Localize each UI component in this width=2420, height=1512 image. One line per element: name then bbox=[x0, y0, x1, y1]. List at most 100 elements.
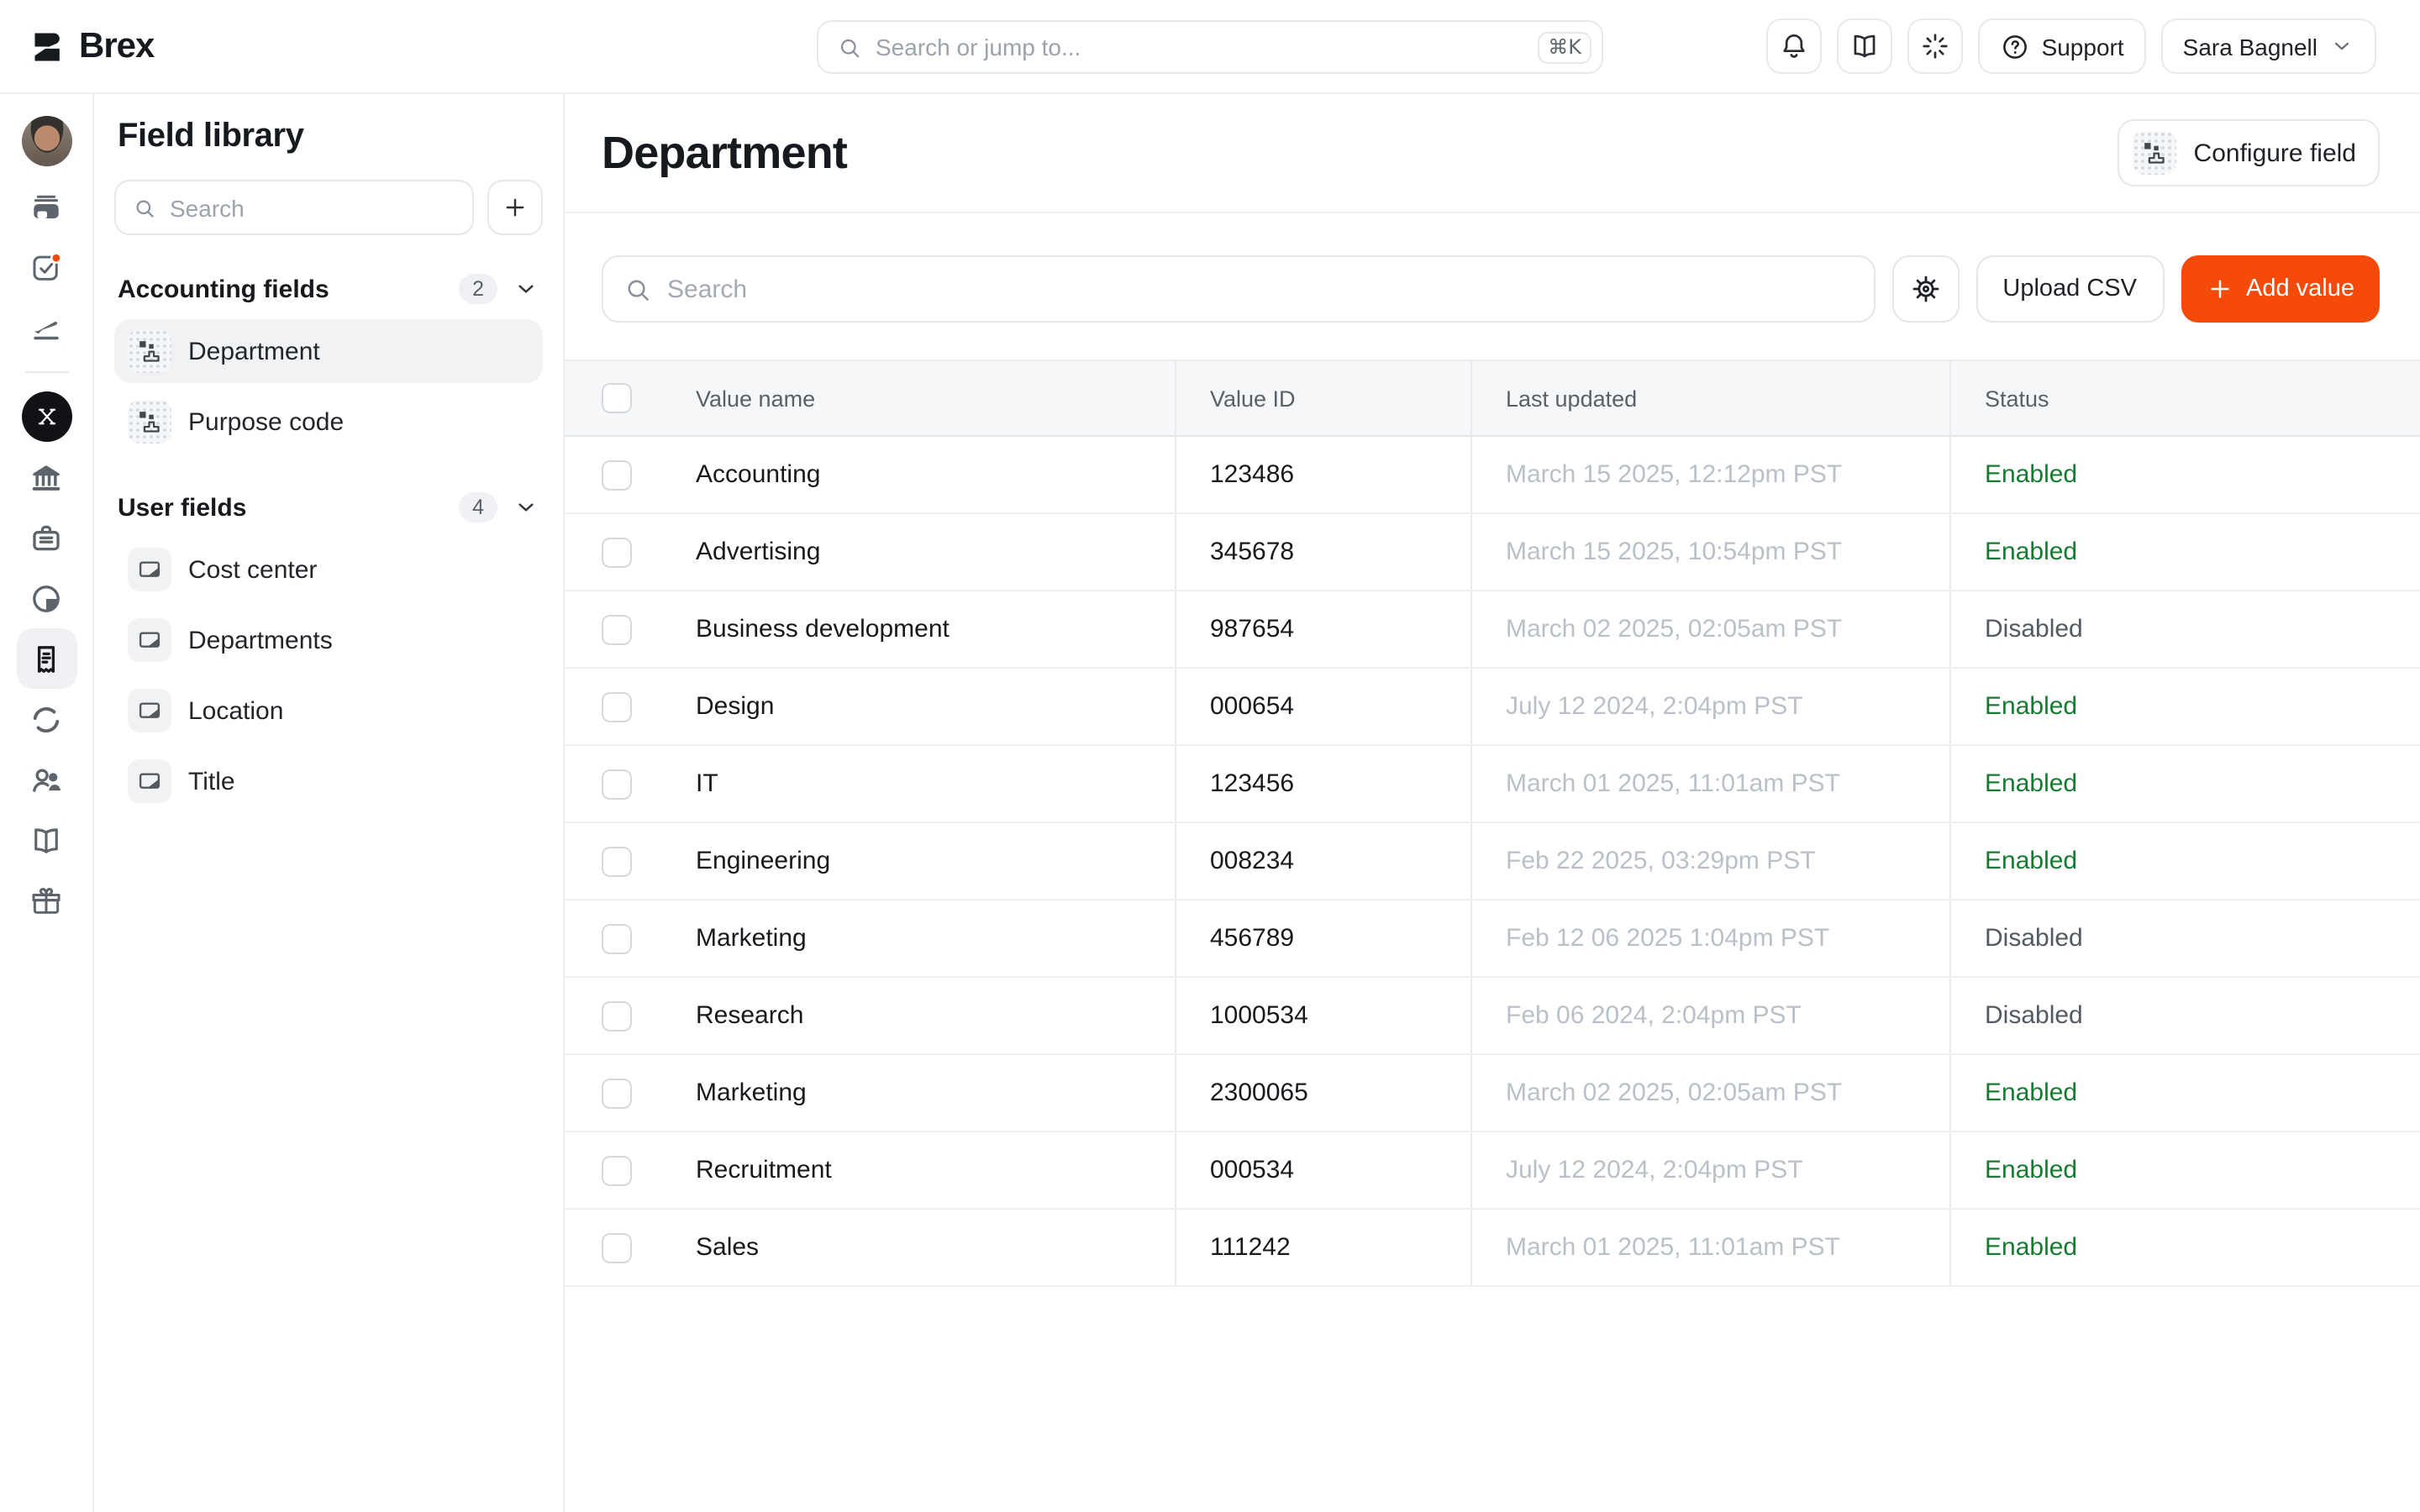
value-search-input[interactable]: Search bbox=[602, 255, 1875, 323]
company-logo[interactable] bbox=[21, 391, 71, 442]
user-name: Sara Bagnell bbox=[2183, 33, 2317, 60]
rail-divider bbox=[24, 371, 68, 373]
briefcase-icon bbox=[29, 520, 64, 555]
people-icon bbox=[29, 762, 64, 797]
bank-icon bbox=[29, 459, 64, 495]
last-updated-cell: March 01 2025, 11:01am PST bbox=[1506, 1233, 1840, 1262]
row-checkbox[interactable] bbox=[602, 691, 632, 722]
row-checkbox[interactable] bbox=[602, 769, 632, 799]
table-row[interactable]: Marketing 2300065 March 02 2025, 02:05am… bbox=[565, 1055, 2420, 1132]
rail-briefcase-button[interactable] bbox=[16, 507, 76, 568]
search-icon bbox=[133, 196, 156, 219]
book-icon bbox=[29, 822, 64, 858]
rail-people-button[interactable] bbox=[16, 749, 76, 810]
value-name-cell: IT bbox=[696, 769, 718, 798]
row-checkbox[interactable] bbox=[602, 537, 632, 567]
travel-icon bbox=[29, 310, 64, 345]
sidebar-item-label: Purpose code bbox=[188, 407, 344, 436]
rail-sync-button[interactable] bbox=[16, 689, 76, 749]
select-all-checkbox[interactable] bbox=[602, 383, 632, 413]
table-row[interactable]: Recruitment 000534 July 12 2024, 2:04pm … bbox=[565, 1132, 2420, 1210]
search-icon bbox=[837, 34, 862, 60]
value-search-placeholder: Search bbox=[667, 275, 747, 303]
rail-pie-chart-button[interactable] bbox=[16, 568, 76, 628]
rail-gift-button[interactable] bbox=[16, 870, 76, 931]
configure-field-button[interactable]: Configure field bbox=[2118, 119, 2380, 186]
panel-title: Field library bbox=[114, 118, 543, 156]
field-sections: Accounting fields 2 Department Purpose co… bbox=[114, 265, 543, 813]
nav-rail bbox=[0, 94, 94, 1512]
docs-button[interactable] bbox=[1837, 18, 1892, 74]
table-row[interactable]: Accounting 123486 March 15 2025, 12:12pm… bbox=[565, 437, 2420, 514]
table-row[interactable]: Advertising 345678 March 15 2025, 10:54p… bbox=[565, 514, 2420, 591]
user-menu-button[interactable]: Sara Bagnell bbox=[2161, 18, 2376, 74]
table-settings-button[interactable] bbox=[1891, 255, 1959, 323]
column-header-value-id: Value ID bbox=[1210, 386, 1296, 411]
rail-wallet-button[interactable] bbox=[16, 176, 76, 237]
status-cell: Disabled bbox=[1985, 615, 2083, 643]
user-avatar[interactable] bbox=[21, 116, 71, 166]
field-search-input[interactable]: Search bbox=[114, 180, 474, 235]
last-updated-cell: Feb 12 06 2025 1:04pm PST bbox=[1506, 924, 1829, 953]
support-button[interactable]: Support bbox=[1978, 18, 2146, 74]
last-updated-cell: Feb 22 2025, 03:29pm PST bbox=[1506, 847, 1816, 875]
upload-csv-button[interactable]: Upload CSV bbox=[1975, 255, 2164, 323]
global-search-placeholder: Search or jump to... bbox=[876, 34, 1524, 60]
table-row[interactable]: Business development 987654 March 02 202… bbox=[565, 591, 2420, 669]
row-checkbox[interactable] bbox=[602, 1078, 632, 1108]
row-checkbox[interactable] bbox=[602, 1000, 632, 1031]
flag-icon bbox=[128, 548, 171, 591]
table-row[interactable]: IT 123456 March 01 2025, 11:01am PST Ena… bbox=[565, 746, 2420, 823]
table-body: Accounting 123486 March 15 2025, 12:12pm… bbox=[565, 437, 2420, 1287]
row-checkbox[interactable] bbox=[602, 1232, 632, 1263]
rail-book-button[interactable] bbox=[16, 810, 76, 870]
sidebar-item-cost-center[interactable]: Cost center bbox=[114, 538, 543, 601]
rail-bank-button[interactable] bbox=[16, 447, 76, 507]
last-updated-cell: July 12 2024, 2:04pm PST bbox=[1506, 692, 1803, 721]
rail-tasks-button[interactable] bbox=[16, 237, 76, 297]
value-id-cell: 000534 bbox=[1210, 1156, 1294, 1184]
sidebar-item-location[interactable]: Location bbox=[114, 679, 543, 743]
table-row[interactable]: Research 1000534 Feb 06 2024, 2:04pm PST… bbox=[565, 978, 2420, 1055]
notifications-button[interactable] bbox=[1766, 18, 1822, 74]
value-id-cell: 2300065 bbox=[1210, 1079, 1308, 1107]
sidebar-item-title[interactable]: Title bbox=[114, 749, 543, 813]
section-label: Accounting fields bbox=[118, 275, 459, 303]
sidebar-item-label: Department bbox=[188, 337, 320, 365]
sidebar-item-departments[interactable]: Departments bbox=[114, 608, 543, 672]
sync-icon bbox=[29, 701, 64, 737]
value-name-cell: Design bbox=[696, 692, 774, 721]
row-checkbox[interactable] bbox=[602, 1155, 632, 1185]
section-header-accounting-fields[interactable]: Accounting fields 2 bbox=[114, 265, 543, 312]
row-checkbox[interactable] bbox=[602, 923, 632, 953]
value-id-cell: 987654 bbox=[1210, 615, 1294, 643]
row-checkbox[interactable] bbox=[602, 459, 632, 490]
top-bar: Brex Search or jump to... ⌘K bbox=[0, 0, 2420, 94]
status-cell: Enabled bbox=[1985, 460, 2077, 489]
value-id-cell: 123486 bbox=[1210, 460, 1294, 489]
table-row[interactable]: Engineering 008234 Feb 22 2025, 03:29pm … bbox=[565, 823, 2420, 900]
value-name-cell: Marketing bbox=[696, 1079, 807, 1107]
table-row[interactable]: Marketing 456789 Feb 12 06 2025 1:04pm P… bbox=[565, 900, 2420, 978]
section-label: User fields bbox=[118, 493, 459, 522]
row-checkbox[interactable] bbox=[602, 614, 632, 644]
add-value-button[interactable]: Add value bbox=[2181, 255, 2380, 323]
value-name-cell: Marketing bbox=[696, 924, 807, 953]
row-checkbox[interactable] bbox=[602, 846, 632, 876]
table-row[interactable]: Design 000654 July 12 2024, 2:04pm PST E… bbox=[565, 669, 2420, 746]
value-name-cell: Advertising bbox=[696, 538, 820, 566]
brex-logo[interactable]: Brex bbox=[30, 0, 154, 94]
rail-receipt-button[interactable] bbox=[16, 628, 76, 689]
rail-travel-button[interactable] bbox=[16, 297, 76, 358]
open-book-icon bbox=[1849, 30, 1881, 62]
gift-icon bbox=[29, 883, 64, 918]
add-field-button[interactable] bbox=[487, 180, 543, 235]
global-search-input[interactable]: Search or jump to... ⌘K bbox=[817, 20, 1603, 74]
sidebar-item-department[interactable]: Department bbox=[114, 319, 543, 383]
table-row[interactable]: Sales 111242 March 01 2025, 11:01am PST … bbox=[565, 1210, 2420, 1287]
section-header-user-fields[interactable]: User fields 4 bbox=[114, 484, 543, 531]
ai-assist-button[interactable] bbox=[1907, 18, 1963, 74]
page-header: Department Configure field bbox=[565, 94, 2420, 213]
sidebar-item-purpose-code[interactable]: Purpose code bbox=[114, 390, 543, 454]
sidebar-item-label: Location bbox=[188, 696, 283, 725]
